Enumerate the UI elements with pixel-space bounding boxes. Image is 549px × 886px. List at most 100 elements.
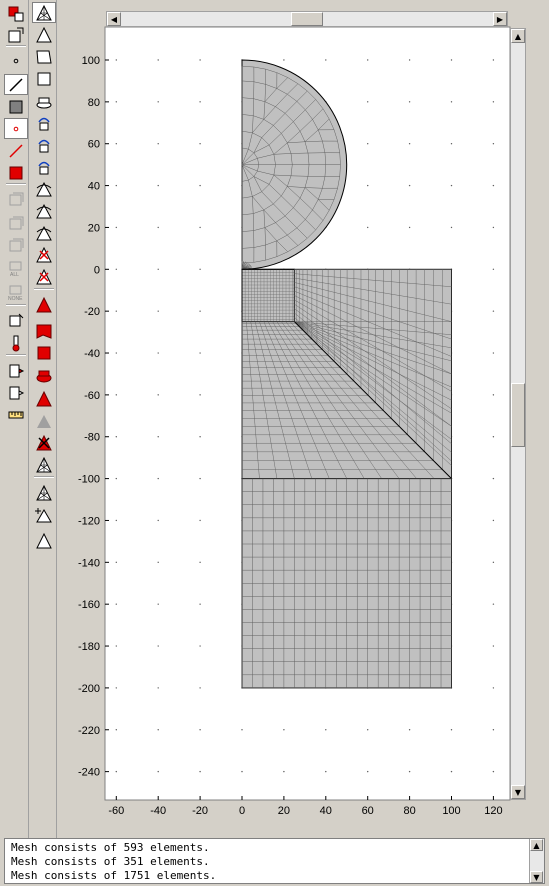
mesh-select-icon bbox=[36, 484, 52, 500]
x-tick-label: 60 bbox=[362, 805, 374, 817]
red-delete-button[interactable] bbox=[32, 432, 56, 453]
delete-element-button[interactable] bbox=[32, 266, 56, 287]
square-button[interactable] bbox=[32, 68, 56, 89]
delete-mesh-button[interactable] bbox=[32, 244, 56, 265]
grid-dot bbox=[157, 352, 159, 354]
y-tick-label: -200 bbox=[78, 683, 100, 695]
y-tick-label: -160 bbox=[78, 599, 100, 611]
horizontal-scroll-thumb[interactable] bbox=[291, 12, 323, 26]
refine-selected-icon bbox=[38, 139, 50, 152]
select-none-icon: NONE bbox=[8, 285, 23, 302]
geom1-button[interactable] bbox=[4, 188, 28, 209]
scroll-up-icon[interactable]: ▲ bbox=[511, 29, 525, 43]
extrude-mesh-button[interactable] bbox=[32, 200, 56, 221]
x-tick-label: -60 bbox=[108, 805, 124, 817]
grid-dot bbox=[241, 729, 243, 731]
swept-mesh-button[interactable] bbox=[32, 156, 56, 177]
y-tick-label: -100 bbox=[78, 474, 100, 486]
grid-dot bbox=[115, 226, 117, 229]
extrude-mesh-icon bbox=[36, 203, 52, 218]
red-extrude-button[interactable] bbox=[32, 364, 56, 385]
line-red-button[interactable] bbox=[4, 140, 28, 161]
red-triangle-button[interactable] bbox=[32, 294, 56, 315]
log-scroll-up-icon[interactable]: ▲ bbox=[530, 839, 543, 851]
red-refine-button[interactable] bbox=[32, 388, 56, 409]
select-all-button[interactable]: ALL bbox=[4, 258, 28, 279]
grid-dot bbox=[325, 59, 327, 61]
subdomain-mode-button[interactable] bbox=[4, 24, 28, 45]
square-red-button[interactable] bbox=[4, 162, 28, 183]
grid-dot bbox=[367, 59, 369, 61]
grid-dot bbox=[157, 310, 159, 312]
geom3-button[interactable] bbox=[4, 234, 28, 255]
draw-mode-button[interactable] bbox=[4, 3, 28, 24]
extrude-button[interactable] bbox=[32, 90, 56, 111]
subdomain-select-button[interactable] bbox=[4, 96, 28, 117]
y-tick-label: 100 bbox=[82, 55, 100, 67]
grid-dot bbox=[408, 143, 411, 145]
mesh-stats-icon bbox=[36, 456, 52, 472]
log-scroll-down-icon[interactable]: ▼ bbox=[530, 871, 543, 883]
geom2-button[interactable] bbox=[4, 212, 28, 233]
thermometer-button[interactable] bbox=[4, 332, 28, 353]
grid-dot bbox=[115, 770, 117, 773]
grid-dot bbox=[450, 143, 453, 145]
grid-dot bbox=[492, 603, 495, 605]
refine-selected-button[interactable] bbox=[32, 134, 56, 155]
square-red-icon bbox=[9, 166, 23, 179]
add-vertex-button[interactable] bbox=[32, 504, 56, 525]
measure-button[interactable] bbox=[4, 404, 28, 425]
vertical-scroll-thumb[interactable] bbox=[511, 383, 525, 447]
scroll-right-icon[interactable]: ▶ bbox=[493, 12, 507, 26]
mesh-stats-button[interactable] bbox=[32, 454, 56, 475]
grid-dot bbox=[199, 226, 201, 229]
red-shape-button[interactable] bbox=[32, 320, 56, 341]
grey-mesh-button[interactable] bbox=[32, 410, 56, 431]
geometry-canvas[interactable]: -60 -40 -20 0 20 40 60 80 100 120 100 80 60 40 20 0 -20-… bbox=[60, 10, 529, 830]
grid-dot bbox=[115, 561, 117, 564]
vertical-scrollbar[interactable]: ▲ ▼ bbox=[510, 28, 526, 800]
lower-block-mesh bbox=[241, 478, 452, 689]
triangle-button[interactable] bbox=[32, 24, 56, 45]
grid-dot bbox=[492, 519, 495, 522]
grid-dot bbox=[199, 268, 201, 270]
horizontal-scrollbar[interactable]: ◀ ▶ bbox=[106, 11, 508, 27]
initialize-mesh-icon bbox=[36, 4, 52, 20]
grid-dot bbox=[199, 143, 201, 145]
polygon-button[interactable] bbox=[32, 46, 56, 67]
point-red-button[interactable] bbox=[4, 118, 28, 139]
grid-dot bbox=[450, 770, 453, 773]
grid-dot bbox=[408, 101, 411, 103]
point-mode-button[interactable] bbox=[4, 50, 28, 71]
grey-mesh-icon bbox=[37, 414, 51, 428]
triangle-outline-button[interactable] bbox=[32, 530, 56, 551]
grid-dot bbox=[492, 101, 495, 103]
scroll-down-icon[interactable]: ▼ bbox=[511, 785, 525, 799]
grid-dot bbox=[492, 729, 495, 731]
red-shape-icon bbox=[36, 324, 52, 339]
log-line: Mesh consists of 351 elements. bbox=[11, 855, 210, 868]
red-extrude-icon bbox=[36, 370, 52, 382]
log-scrollbar[interactable]: ▲ ▼ bbox=[529, 839, 544, 883]
mesh-export-button[interactable] bbox=[4, 310, 28, 331]
initialize-mesh-button[interactable] bbox=[32, 2, 56, 23]
select-none-button[interactable]: NONE bbox=[4, 282, 28, 303]
copy-button[interactable] bbox=[4, 360, 28, 381]
grid-dot bbox=[157, 519, 159, 522]
refine-mesh-button[interactable] bbox=[32, 112, 56, 133]
grid-dot bbox=[115, 436, 117, 438]
grid-dot bbox=[199, 561, 201, 564]
grid-dot bbox=[199, 352, 201, 354]
revolve-mesh-button[interactable] bbox=[32, 178, 56, 199]
grid-dot bbox=[325, 729, 327, 731]
boundary-mode-button[interactable] bbox=[4, 74, 28, 95]
grid-dot bbox=[199, 436, 201, 438]
mesh-plot[interactable]: -60 -40 -20 0 20 40 60 80 100 120100806040200-20-… bbox=[60, 10, 529, 830]
mesh-select-button[interactable] bbox=[32, 482, 56, 503]
grid-dot bbox=[115, 603, 117, 605]
scroll-left-icon[interactable]: ◀ bbox=[107, 12, 121, 26]
grid-dot bbox=[199, 101, 201, 103]
paste-button[interactable] bbox=[4, 382, 28, 403]
red-square-button[interactable] bbox=[32, 342, 56, 363]
sweep-button[interactable] bbox=[32, 222, 56, 243]
